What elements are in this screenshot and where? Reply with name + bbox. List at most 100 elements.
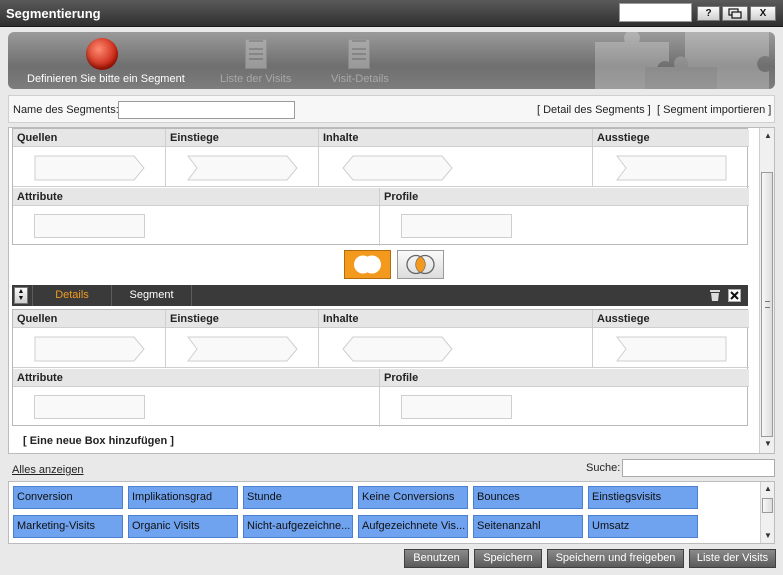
sources-drop-zone[interactable] [34,336,146,362]
column-sources: Quellen [13,129,165,147]
divider [165,310,166,367]
column-exits: Ausstiege [593,310,749,328]
import-segment-link[interactable]: [ Segment importieren ] [657,104,771,116]
content-scrollbar[interactable]: ▲ ▼ [759,128,774,453]
profiles-drop-zone[interactable] [401,395,512,419]
scroll-thumb[interactable] [761,172,773,437]
reorder-arrows[interactable]: ▲ ▼ [14,287,28,304]
tile-conversion[interactable]: Conversion [13,486,123,509]
column-exits: Ausstiege [593,129,749,147]
column-attributes: Attribute [13,369,379,387]
column-contents: Inhalte [319,310,592,328]
attributes-drop-zone[interactable] [34,395,145,419]
segment-box: Quellen Einstiege Inhalte Ausstiege Attr… [12,309,749,427]
column-contents: Inhalte [319,129,592,147]
divider [592,129,593,186]
column-profiles: Profile [380,188,749,206]
segment-name-row: Name des Segments: [ Detail des Segments… [8,95,775,123]
puzzle-decoration-icon [595,32,769,89]
tile-implikationsgrad[interactable]: Implikationsgrad [128,486,238,509]
search-input[interactable] [622,459,775,477]
segment-toolbar: ▲ ▼ Details Segment [12,285,748,306]
chat-button[interactable] [722,6,748,21]
pie-chart-icon [86,38,118,70]
window-title: Segmentierung [6,6,101,21]
tile-seitenanzahl[interactable]: Seitenanzahl [473,515,583,538]
tile-keine-conversions[interactable]: Keine Conversions [358,486,468,509]
step-visit-details[interactable]: Visit-Details [318,32,408,89]
divider [592,310,593,367]
show-all-link[interactable]: Alles anzeigen [12,464,84,476]
scroll-down-icon[interactable]: ▼ [764,439,772,448]
document-icon [245,39,267,69]
divider [13,367,749,368]
segment-box: Quellen Einstiege Inhalte Ausstiege Attr… [12,128,749,246]
contents-drop-zone[interactable] [342,155,454,181]
detail-segment-link[interactable]: [ Detail des Segments ] [537,104,651,116]
scroll-up-icon[interactable]: ▲ [764,131,772,140]
scroll-thumb[interactable] [762,498,773,513]
column-profiles: Profile [380,369,749,387]
use-button[interactable]: Benutzen [404,549,469,568]
intersection-operator-button[interactable] [397,250,444,279]
column-entries: Einstiege [166,310,318,328]
document-icon [348,39,370,69]
divider [13,186,749,187]
contents-drop-zone[interactable] [342,336,454,362]
union-icon [354,255,381,274]
title-bar: Segmentierung ? X [0,0,783,27]
column-sources: Quellen [13,310,165,328]
trash-icon[interactable] [709,289,721,302]
tab-details[interactable]: Details [32,285,112,306]
attributes-drop-zone[interactable] [34,214,145,238]
exits-drop-zone[interactable] [616,155,728,181]
tab-segment[interactable]: Segment [112,285,192,306]
column-entries: Einstiege [166,129,318,147]
sources-drop-zone[interactable] [34,155,146,181]
tile-umsatz[interactable]: Umsatz [588,515,698,538]
tile-bounces[interactable]: Bounces [473,486,583,509]
step-visit-list[interactable]: Liste der Visits [208,32,308,89]
column-attributes: Attribute [13,188,379,206]
tile-einstiegsvisits[interactable]: Einstiegsvisits [588,486,698,509]
save-and-share-button[interactable]: Speichern und freigeben [547,549,684,568]
scroll-down-icon[interactable]: ▼ [764,531,772,540]
tile-marketing-visits[interactable]: Marketing-Visits [13,515,123,538]
tile-nicht-aufgezeichnete[interactable]: Nicht-aufgezeichne... [243,515,353,538]
remove-box-icon[interactable] [728,289,741,302]
entries-drop-zone[interactable] [187,155,299,181]
union-operator-button[interactable] [344,250,391,279]
tile-aufgezeichnete-visits[interactable]: Aufgezeichnete Vis... [358,515,468,538]
save-button[interactable]: Speichern [474,549,542,568]
search-label: Suche: [586,462,621,474]
tile-stunde[interactable]: Stunde [243,486,353,509]
thumb-grip-icon [765,301,770,308]
title-search-field[interactable] [619,3,692,22]
wizard-steps: Definieren Sie bitte ein Segment Liste d… [8,32,775,89]
divider [379,188,380,246]
step-label: Definieren Sie bitte ein Segment [27,73,185,85]
scroll-up-icon[interactable]: ▲ [764,484,772,493]
step-label: Liste der Visits [220,73,292,85]
profiles-drop-zone[interactable] [401,214,512,238]
intersection-icon [406,254,435,275]
segment-name-label: Name des Segments: [13,104,119,116]
exits-drop-zone[interactable] [616,336,728,362]
tile-organic-visits[interactable]: Organic Visits [128,515,238,538]
chat-icon [728,8,742,19]
divider [165,129,166,186]
visit-list-button[interactable]: Liste der Visits [689,549,776,568]
tiles-scrollbar[interactable]: ▲ ▼ [760,482,774,543]
step-label: Visit-Details [331,73,389,85]
divider [318,129,319,186]
add-box-link[interactable]: [ Eine neue Box hinzufügen ] [23,435,174,447]
divider [379,369,380,427]
divider [318,310,319,367]
criteria-tiles: Conversion Implikationsgrad Stunde Keine… [8,481,775,544]
entries-drop-zone[interactable] [187,336,299,362]
step-define-segment[interactable]: Definieren Sie bitte ein Segment [8,32,198,89]
close-button[interactable]: X [750,6,776,21]
help-button[interactable]: ? [697,6,720,21]
segment-editor: Quellen Einstiege Inhalte Ausstiege Attr… [8,127,775,454]
segment-name-input[interactable] [118,101,295,119]
